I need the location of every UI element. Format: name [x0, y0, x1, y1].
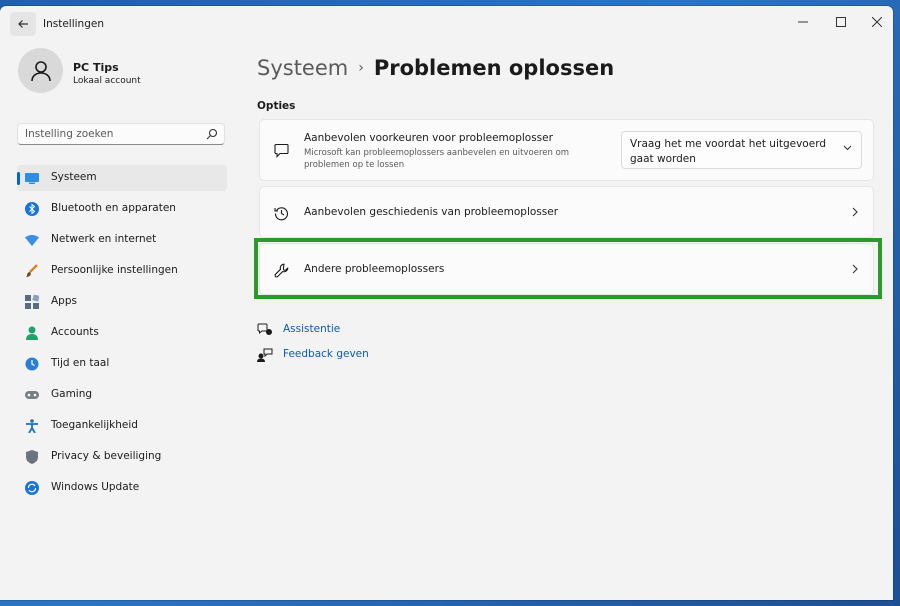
search-icon [206, 128, 218, 140]
accessibility-icon [25, 419, 39, 433]
recommended-preferences-card: Aanbevolen voorkeuren voor probleemoplos… [259, 119, 874, 181]
other-troubleshooters-card[interactable]: Andere probleemoplossers [259, 243, 874, 295]
sidebar-item-gaming[interactable]: Gaming [17, 382, 227, 408]
sidebar-item-label: Windows Update [51, 481, 140, 493]
chevron-right-icon [849, 262, 861, 276]
card-title: Aanbevolen geschiedenis van probleemoplo… [304, 206, 559, 218]
back-button[interactable] [10, 12, 36, 36]
app-title: Instellingen [43, 18, 104, 30]
sidebar-item-label: Bluetooth en apparaten [51, 202, 176, 214]
system-icon [25, 171, 39, 185]
sidebar-item-persoonlijke-instellingen[interactable]: Persoonlijke instellingen [17, 258, 227, 284]
brush-icon [25, 264, 39, 278]
sidebar-item-label: Tijd en taal [51, 357, 110, 369]
sidebar-item-label: Systeem [51, 171, 97, 183]
globe-clock-icon [25, 357, 39, 371]
minimize-button[interactable] [788, 10, 818, 34]
page-title: Problemen oplossen [373, 56, 615, 80]
link-label: Assistentie [283, 323, 341, 335]
chevron-down-icon [843, 145, 852, 151]
breadcrumb-separator: › [358, 60, 364, 76]
wrench-icon [273, 262, 289, 278]
bluetooth-icon [25, 202, 39, 216]
close-button[interactable] [862, 10, 892, 34]
help-icon [257, 323, 273, 337]
selection-indicator [17, 172, 20, 185]
sidebar-item-label: Gaming [51, 388, 93, 400]
link-label: Feedback geven [283, 348, 369, 360]
sidebar-item-toegankelijkheid[interactable]: Toegankelijkheid [17, 413, 227, 439]
settings-window: Instellingen PC Tips Lokaal account Inst… [0, 6, 893, 600]
sidebar-item-label: Privacy & beveiliging [51, 450, 162, 462]
card-description: Microsoft kan probleemoplossers aanbevel… [304, 148, 570, 170]
back-arrow-icon [18, 20, 28, 28]
profile-account-type: Lokaal account [73, 76, 141, 86]
sidebar-item-privacy[interactable]: Privacy & beveiliging [17, 444, 227, 470]
sidebar-item-netwerk[interactable]: Netwerk en internet [17, 227, 227, 253]
sidebar-item-tijd-en-taal[interactable]: Tijd en taal [17, 351, 227, 377]
maximize-button[interactable] [826, 10, 856, 34]
chevron-right-icon [849, 205, 861, 219]
minimize-icon [798, 21, 808, 23]
section-label: Opties [257, 100, 296, 112]
sidebar-item-label: Toegankelijkheid [51, 419, 138, 431]
sidebar-item-label: Apps [51, 295, 77, 307]
search-placeholder: Instelling zoeken [25, 128, 114, 140]
maximize-icon [836, 17, 846, 27]
shield-icon [25, 450, 39, 464]
recommended-history-card[interactable]: Aanbevolen geschiedenis van probleemoplo… [259, 186, 874, 238]
close-icon [872, 17, 882, 27]
sidebar-item-apps[interactable]: Apps [17, 289, 227, 315]
accounts-icon [25, 326, 39, 340]
sidebar-item-systeem[interactable]: Systeem [17, 165, 227, 191]
breadcrumb: Systeem › Problemen oplossen [257, 56, 614, 80]
feedback-icon [257, 348, 273, 362]
breadcrumb-parent[interactable]: Systeem [257, 56, 348, 80]
user-icon [30, 60, 51, 81]
card-title: Aanbevolen voorkeuren voor probleemoplos… [304, 132, 553, 144]
gamepad-icon [25, 388, 39, 402]
chat-icon [273, 142, 289, 158]
title-bar: Instellingen [0, 6, 893, 40]
preference-dropdown[interactable]: Vraag het me voordat het uitgevoerd gaat… [621, 131, 862, 169]
history-icon [273, 205, 289, 221]
profile-name: PC Tips [73, 61, 119, 74]
sidebar-item-label: Accounts [51, 326, 99, 338]
sidebar-item-label: Netwerk en internet [51, 233, 157, 245]
dropdown-value: Vraag het me voordat het uitgevoerd gaat… [630, 138, 826, 165]
sidebar-item-accounts[interactable]: Accounts [17, 320, 227, 346]
sidebar-item-label: Persoonlijke instellingen [51, 264, 178, 276]
update-icon [25, 481, 39, 495]
avatar [18, 48, 63, 93]
card-title: Andere probleemoplossers [304, 263, 445, 275]
sidebar-item-windows-update[interactable]: Windows Update [17, 475, 227, 501]
search-input[interactable]: Instelling zoeken [17, 123, 225, 145]
sidebar-item-bluetooth[interactable]: Bluetooth en apparaten [17, 196, 227, 222]
apps-icon [25, 295, 39, 309]
wifi-icon [25, 233, 39, 247]
